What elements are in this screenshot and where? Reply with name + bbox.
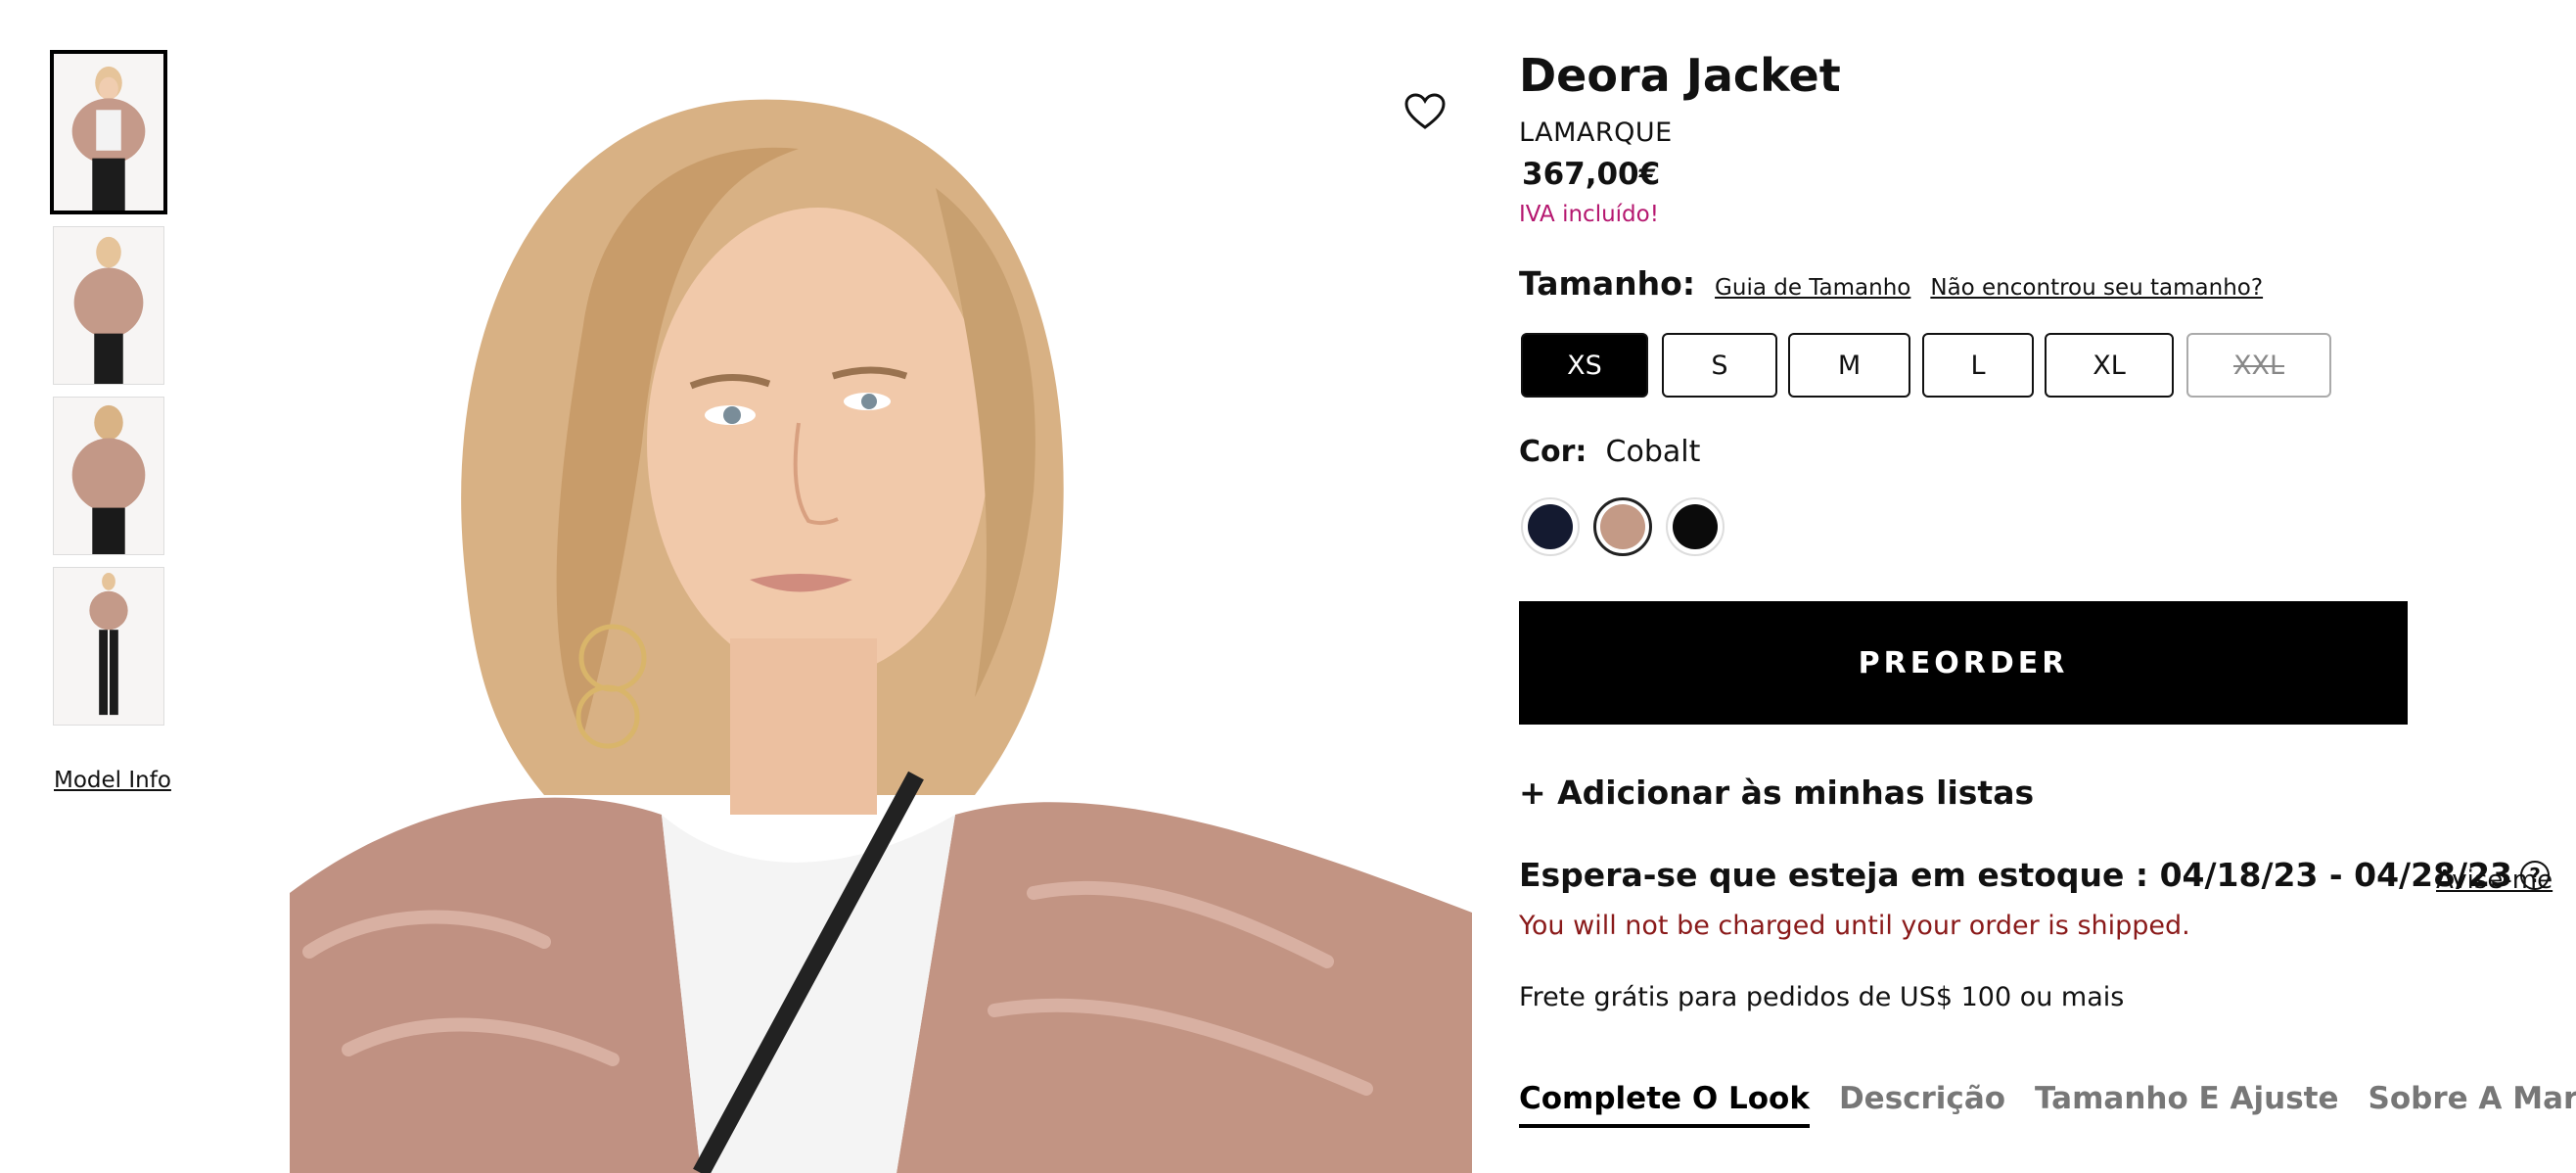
preorder-button[interactable]: PREORDER [1519,601,2408,725]
thumbnail-side[interactable] [53,226,164,385]
add-to-lists-button[interactable]: + Adicionar às minhas listas [1519,774,2034,812]
stock-expectation: Espera-se que esteja em estoque : 04/18/… [1519,856,2550,894]
swatch-fill [1600,504,1645,549]
size-option-xxl[interactable]: XXL [2186,333,2331,398]
color-swatch-black[interactable] [1666,497,1725,556]
tab-description[interactable]: Descrição [1839,1081,2005,1128]
thumbnail-back[interactable] [53,397,164,555]
product-price: 367,00€ [1522,157,1661,192]
swatch-fill [1673,504,1718,549]
color-swatch-navy[interactable] [1521,497,1580,556]
thumbnail-strip [50,50,170,737]
color-swatch-blush[interactable] [1593,497,1652,556]
tab-size-and-fit[interactable]: Tamanho E Ajuste [2035,1081,2338,1128]
size-label: Tamanho: [1519,264,1696,303]
swatch-fill [1528,504,1573,549]
color-value: Cobalt [1605,435,1701,469]
color-header: Cor: Cobalt [1519,435,1700,469]
heart-icon[interactable] [1403,92,1447,131]
product-title: Deora Jacket [1519,49,1841,102]
thumbnail-full[interactable] [53,567,164,726]
size-option-l[interactable]: L [1922,333,2034,398]
model-info-link[interactable]: Model Info [54,768,171,793]
size-option-xs[interactable]: XS [1521,333,1648,398]
thumbnail-front[interactable] [50,50,167,214]
brand-name[interactable]: LAMARQUE [1519,117,1673,148]
size-header: Tamanho: Guia de Tamanho Não encontrou s… [1519,264,2263,303]
product-page: Model Info Deora Jacket LAMARQUE 367,00€… [0,0,2576,1173]
size-guide-link[interactable]: Guia de Tamanho [1715,275,1910,301]
size-option-s[interactable]: S [1662,333,1777,398]
size-option-m[interactable]: M [1788,333,1910,398]
vat-note: IVA incluído! [1519,202,1659,227]
size-not-found-link[interactable]: Não encontrou seu tamanho? [1930,275,2263,301]
main-product-image[interactable] [290,31,1472,1173]
stock-expected-text: Espera-se que esteja em estoque : 04/18/… [1519,856,2512,894]
charge-note: You will not be charged until your order… [1519,911,2190,941]
tab-about-brand[interactable]: Sobre A Marca [2369,1081,2576,1128]
info-tabs: Complete O Look Descrição Tamanho E Ajus… [1519,1081,2576,1128]
shipping-note: Frete grátis para pedidos de US$ 100 ou … [1519,982,2125,1012]
size-option-xl[interactable]: XL [2045,333,2174,398]
tab-complete-the-look[interactable]: Complete O Look [1519,1081,1810,1128]
color-label: Cor: [1519,435,1587,469]
notify-me-link[interactable]: Avise-me [2436,866,2553,895]
